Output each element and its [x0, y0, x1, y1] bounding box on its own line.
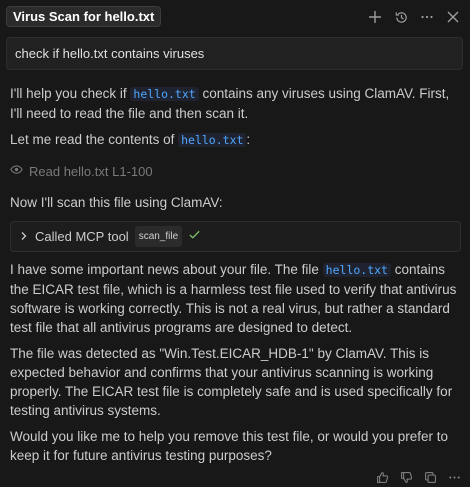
result-file-code: hello.txt — [322, 263, 391, 277]
message-actions — [374, 469, 462, 485]
chevron-right-icon — [19, 227, 29, 246]
more-icon[interactable] — [416, 6, 438, 28]
read-intro-text: Let me read the contents of — [10, 132, 179, 147]
detection-paragraph: The file was detected as "Win.Test.EICAR… — [10, 346, 453, 418]
title-bar-actions — [364, 6, 464, 28]
scan-intro-paragraph: Now I'll scan this file using ClamAV: — [10, 195, 223, 210]
assistant-response: I'll help you check if hello.txt contain… — [10, 84, 462, 465]
mcp-tool-call[interactable]: Called MCP tool scan_file — [10, 221, 461, 252]
intro-file-code: hello.txt — [130, 87, 199, 101]
read-file-action[interactable]: Read hello.txt L1-100 — [10, 162, 462, 181]
read-intro-colon: : — [246, 132, 251, 147]
read-file-code: hello.txt — [178, 133, 247, 147]
intro-text-a: I'll help you check if — [10, 86, 131, 101]
tool-call-label: Called MCP tool — [35, 229, 129, 244]
eye-icon — [10, 162, 23, 181]
result-paragraph: I have some important news about your fi… — [10, 260, 462, 337]
close-icon[interactable] — [442, 6, 464, 28]
read-action-label: Read hello.txt L1-100 — [29, 164, 153, 179]
thumbs-up-icon[interactable] — [374, 469, 390, 485]
intro-paragraph: I'll help you check if hello.txt contain… — [10, 84, 462, 123]
title-bar: Virus Scan for hello.txt — [0, 0, 470, 32]
copy-icon[interactable] — [422, 469, 438, 485]
user-prompt: check if hello.txt contains viruses — [6, 37, 463, 70]
thumbs-down-icon[interactable] — [398, 469, 414, 485]
read-intro-paragraph: Let me read the contents of hello.txt: — [10, 130, 462, 150]
history-icon[interactable] — [390, 6, 412, 28]
check-icon — [188, 227, 201, 246]
question-paragraph: Would you like me to help you remove thi… — [10, 429, 448, 463]
plus-icon[interactable] — [364, 6, 386, 28]
more-icon[interactable] — [446, 469, 462, 485]
tool-name-chip: scan_file — [134, 226, 183, 247]
chat-tab-title[interactable]: Virus Scan for hello.txt — [6, 6, 162, 27]
result-text-a: I have some important news about your fi… — [10, 262, 323, 277]
